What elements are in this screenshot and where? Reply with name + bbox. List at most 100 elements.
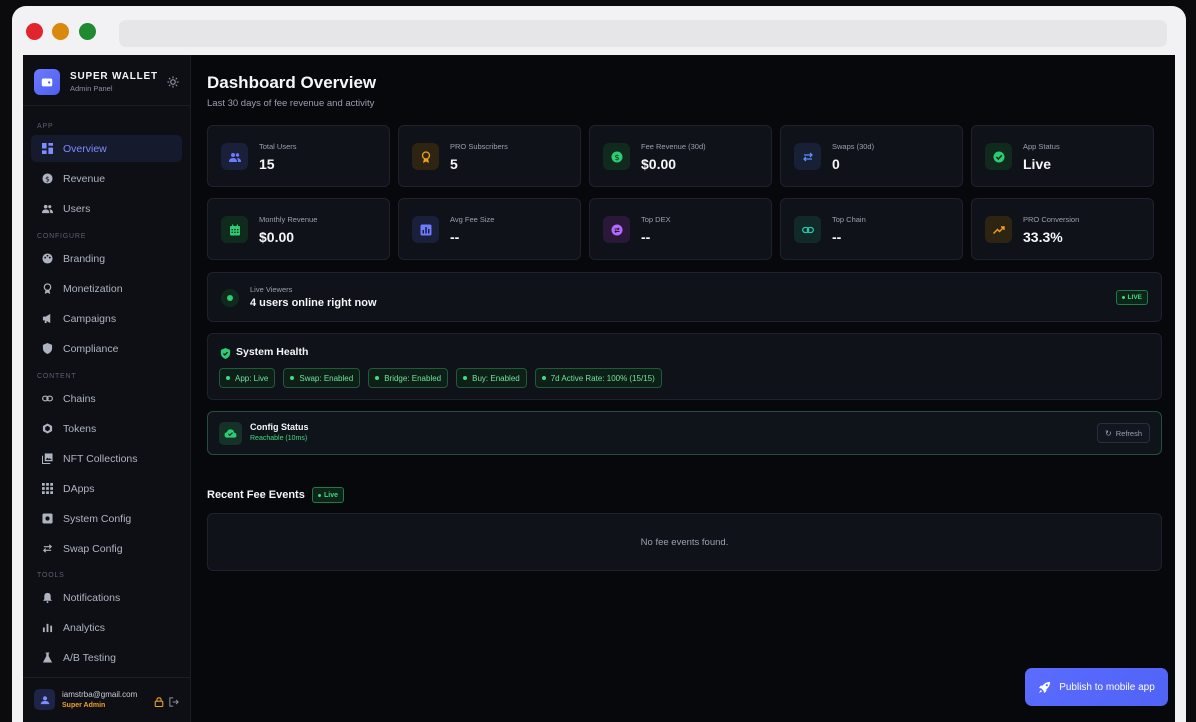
calendar-icon xyxy=(221,216,248,243)
token-icon xyxy=(41,423,53,435)
flask-icon xyxy=(41,652,53,664)
stat-value: 0 xyxy=(832,156,840,172)
page-subtitle: Last 30 days of fee revenue and activity xyxy=(207,98,375,109)
sidebar-item-chains[interactable]: Chains xyxy=(31,385,182,412)
sun-icon[interactable] xyxy=(166,75,180,89)
sidebar-item-nft-collections[interactable]: NFT Collections xyxy=(31,445,182,472)
sidebar-item-dapps[interactable]: DApps xyxy=(31,475,182,502)
stat-label: Avg Fee Size xyxy=(450,215,495,224)
swap-icon xyxy=(41,543,53,555)
grid-icon xyxy=(41,483,53,495)
main-content: Dashboard Overview Last 30 days of fee r… xyxy=(191,55,1175,722)
stat-label: Swaps (30d) xyxy=(832,142,875,151)
stat-card-fee-revenue[interactable]: $ Fee Revenue (30d) $0.00 xyxy=(589,125,772,187)
settings-icon xyxy=(41,513,53,525)
sidebar-item-monetization[interactable]: Monetization xyxy=(31,275,182,302)
trending-up-icon xyxy=(985,216,1012,243)
stat-card-pro-subscribers[interactable]: PRO Subscribers 5 xyxy=(398,125,581,187)
stat-label: Total Users xyxy=(259,142,297,151)
shield-icon xyxy=(41,343,53,355)
live-badge: LIVE xyxy=(1115,290,1148,305)
sidebar-item-label: System Config xyxy=(63,512,132,525)
fee-events-empty-state: No fee events found. xyxy=(207,513,1162,571)
sidebar-item-notifications[interactable]: Notifications xyxy=(31,584,182,611)
megaphone-icon xyxy=(41,313,53,325)
sidebar-item-compliance[interactable]: Compliance xyxy=(31,335,182,362)
section-label-configure: CONFIGURE xyxy=(37,233,87,240)
refresh-icon: ↻ xyxy=(1105,428,1112,438)
svg-text:$: $ xyxy=(45,174,50,183)
sidebar-item-label: Branding xyxy=(63,252,106,265)
dex-icon xyxy=(603,216,630,243)
close-window-button[interactable] xyxy=(26,23,43,40)
sidebar-item-label: Tokens xyxy=(63,422,97,435)
sidebar-item-overview[interactable]: Overview xyxy=(31,135,182,162)
cloud-check-icon xyxy=(219,422,242,445)
minimize-window-button[interactable] xyxy=(52,23,69,40)
sidebar-item-label: Notifications xyxy=(63,591,121,604)
stat-label: Top Chain xyxy=(832,215,866,224)
sidebar-item-analytics[interactable]: Analytics xyxy=(31,614,182,641)
stat-value: $0.00 xyxy=(641,156,677,172)
sidebar-item-label: Monetization xyxy=(63,282,123,295)
sidebar-item-label: Campaigns xyxy=(63,312,117,325)
section-label-tools: TOOLS xyxy=(37,572,65,579)
link-icon xyxy=(41,393,53,405)
bell-icon xyxy=(41,592,53,604)
sidebar-item-label: Compliance xyxy=(63,342,119,355)
stat-card-avg-fee-size[interactable]: Avg Fee Size -- xyxy=(398,198,581,260)
stat-card-pro-conversion[interactable]: PRO Conversion 33.3% xyxy=(971,198,1154,260)
stat-value: -- xyxy=(450,229,460,245)
sidebar-item-users[interactable]: Users xyxy=(31,195,182,222)
chart-box-icon xyxy=(412,216,439,243)
brand-title: SUPER WALLET xyxy=(70,71,158,82)
stat-card-app-status[interactable]: App Status Live xyxy=(971,125,1154,187)
sidebar-item-system-config[interactable]: System Config xyxy=(31,505,182,532)
sidebar-item-swap-config[interactable]: Swap Config xyxy=(31,535,182,562)
publish-to-mobile-button[interactable]: Publish to mobile app xyxy=(1025,668,1168,706)
section-label-app: APP xyxy=(37,123,54,130)
stat-card-top-chain[interactable]: Top Chain -- xyxy=(780,198,963,260)
check-circle-icon xyxy=(985,143,1012,170)
empty-state-text: No fee events found. xyxy=(640,536,729,548)
logout-icon[interactable] xyxy=(169,694,179,712)
sidebar-item-label: Analytics xyxy=(63,621,106,634)
users-icon xyxy=(41,203,53,215)
health-status-chips: App: Live Swap: Enabled Bridge: Enabled … xyxy=(219,368,662,388)
recent-fee-events-title: Recent Fee Events xyxy=(207,489,305,501)
stat-label: Fee Revenue (30d) xyxy=(641,142,706,151)
sidebar-item-branding[interactable]: Branding xyxy=(31,245,182,272)
system-health-title: System Health xyxy=(236,346,309,358)
sidebar-item-label: Swap Config xyxy=(63,542,123,555)
maximize-window-button[interactable] xyxy=(79,23,96,40)
health-chip-bridge: Bridge: Enabled xyxy=(368,368,449,388)
system-health-panel: System Health App: Live Swap: Enabled Br… xyxy=(207,333,1162,400)
sidebar-item-ab-testing[interactable]: A/B Testing xyxy=(31,644,182,671)
address-bar[interactable] xyxy=(119,20,1167,47)
palette-icon xyxy=(41,253,53,265)
stat-card-total-users[interactable]: Total Users 15 xyxy=(207,125,390,187)
image-stack-icon xyxy=(41,453,53,465)
dashboard-icon xyxy=(41,143,53,155)
sidebar: SUPER WALLET Admin Panel APP Overview $ … xyxy=(23,55,191,722)
link-icon xyxy=(794,216,821,243)
refresh-label: Refresh xyxy=(1115,428,1142,438)
user-icon xyxy=(40,695,49,704)
stat-value: 15 xyxy=(259,156,275,172)
svg-text:$: $ xyxy=(614,153,619,162)
rocket-icon xyxy=(1039,681,1051,693)
stat-card-top-dex[interactable]: Top DEX -- xyxy=(589,198,772,260)
refresh-button[interactable]: ↻ Refresh xyxy=(1097,423,1150,443)
sidebar-item-campaigns[interactable]: Campaigns xyxy=(31,305,182,332)
avatar[interactable] xyxy=(34,689,55,710)
lock-icon[interactable] xyxy=(154,694,164,712)
sidebar-item-tokens[interactable]: Tokens xyxy=(31,415,182,442)
wallet-logo-icon xyxy=(34,69,60,95)
stat-card-monthly-revenue[interactable]: Monthly Revenue $0.00 xyxy=(207,198,390,260)
config-status-panel: Config Status Reachable (10ms) ↻ Refresh xyxy=(207,411,1162,455)
sidebar-item-revenue[interactable]: $ Revenue xyxy=(31,165,182,192)
live-viewers-panel: Live Viewers 4 users online right now LI… xyxy=(207,272,1162,322)
health-chip-swap: Swap: Enabled xyxy=(283,368,361,388)
award-icon xyxy=(41,283,53,295)
stat-card-swaps[interactable]: Swaps (30d) 0 xyxy=(780,125,963,187)
